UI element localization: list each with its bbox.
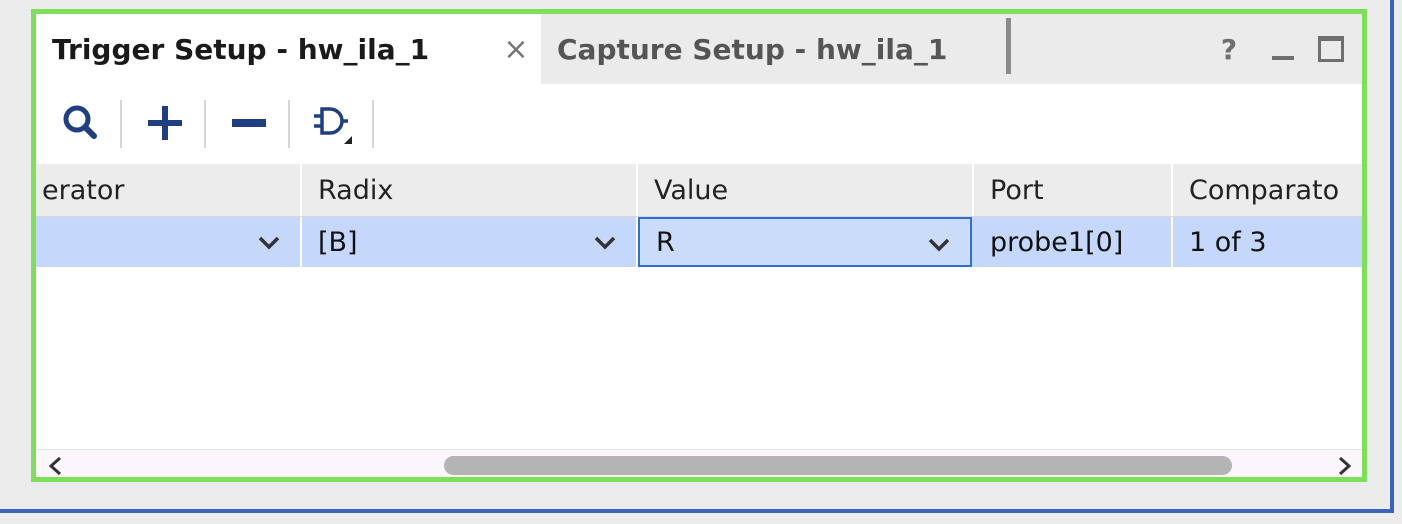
column-header-comparator[interactable]: Comparato bbox=[1173, 164, 1362, 216]
plus-icon bbox=[148, 106, 182, 140]
value-cell[interactable]: R bbox=[638, 217, 972, 267]
close-icon[interactable]: × bbox=[501, 32, 531, 67]
toolbar-separator bbox=[120, 100, 122, 148]
column-header-radix[interactable]: Radix bbox=[302, 164, 638, 216]
minimize-button[interactable] bbox=[1266, 32, 1300, 66]
maximize-icon bbox=[1318, 36, 1344, 62]
tab-capture-setup[interactable]: Capture Setup - hw_ila_1 bbox=[541, 14, 1011, 84]
chevron-down-icon[interactable] bbox=[926, 231, 952, 257]
column-header-port[interactable]: Port bbox=[974, 164, 1173, 216]
tab-splitter[interactable] bbox=[1006, 18, 1011, 74]
search-button[interactable] bbox=[56, 98, 106, 148]
column-header-operator[interactable]: erator bbox=[36, 164, 302, 216]
chevron-down-icon[interactable] bbox=[256, 229, 282, 255]
toolbar-separator bbox=[372, 100, 374, 148]
comparator-value: 1 of 3 bbox=[1189, 226, 1267, 258]
tab-trigger-setup[interactable]: Trigger Setup - hw_ila_1 × bbox=[36, 14, 541, 84]
logic-gate-button[interactable] bbox=[306, 98, 356, 148]
scroll-right-icon[interactable] bbox=[1332, 454, 1356, 478]
column-header-value[interactable]: Value bbox=[638, 164, 974, 216]
tab-trigger-setup-label: Trigger Setup - hw_ila_1 bbox=[52, 32, 430, 66]
scrollbar-thumb[interactable] bbox=[444, 456, 1232, 475]
port-cell[interactable]: probe1[0] bbox=[974, 217, 1173, 267]
remove-button[interactable] bbox=[224, 98, 274, 148]
minimize-icon bbox=[1272, 56, 1294, 60]
radix-cell[interactable]: [B] bbox=[302, 217, 638, 267]
trigger-table: erator Radix Value Port Comparato [B] R bbox=[36, 164, 1362, 449]
chevron-down-icon[interactable] bbox=[592, 229, 618, 255]
radix-value: [B] bbox=[318, 226, 358, 258]
tab-capture-setup-label: Capture Setup - hw_ila_1 bbox=[557, 32, 948, 66]
value-value: R bbox=[656, 226, 675, 258]
scroll-left-icon[interactable] bbox=[44, 454, 68, 478]
toolbar-separator bbox=[288, 100, 290, 148]
trigger-setup-panel: Trigger Setup - hw_ila_1 × Capture Setup… bbox=[31, 9, 1367, 482]
add-button[interactable] bbox=[140, 98, 190, 148]
port-value: probe1[0] bbox=[990, 226, 1124, 258]
table-row[interactable]: [B] R probe1[0] 1 of 3 bbox=[36, 217, 1362, 267]
search-icon bbox=[63, 105, 97, 139]
horizontal-scrollbar[interactable] bbox=[36, 449, 1362, 478]
operator-cell[interactable] bbox=[36, 217, 302, 267]
table-header: erator Radix Value Port Comparato bbox=[36, 164, 1362, 217]
comparator-cell[interactable]: 1 of 3 bbox=[1173, 217, 1362, 267]
toolbar-separator bbox=[204, 100, 206, 148]
toolbar bbox=[36, 84, 1362, 164]
gate-dropdown-icon bbox=[314, 107, 352, 144]
tab-bar: Trigger Setup - hw_ila_1 × Capture Setup… bbox=[36, 14, 1362, 84]
help-button[interactable]: ? bbox=[1212, 32, 1246, 66]
maximize-button[interactable] bbox=[1314, 32, 1348, 66]
minus-icon bbox=[232, 119, 266, 127]
